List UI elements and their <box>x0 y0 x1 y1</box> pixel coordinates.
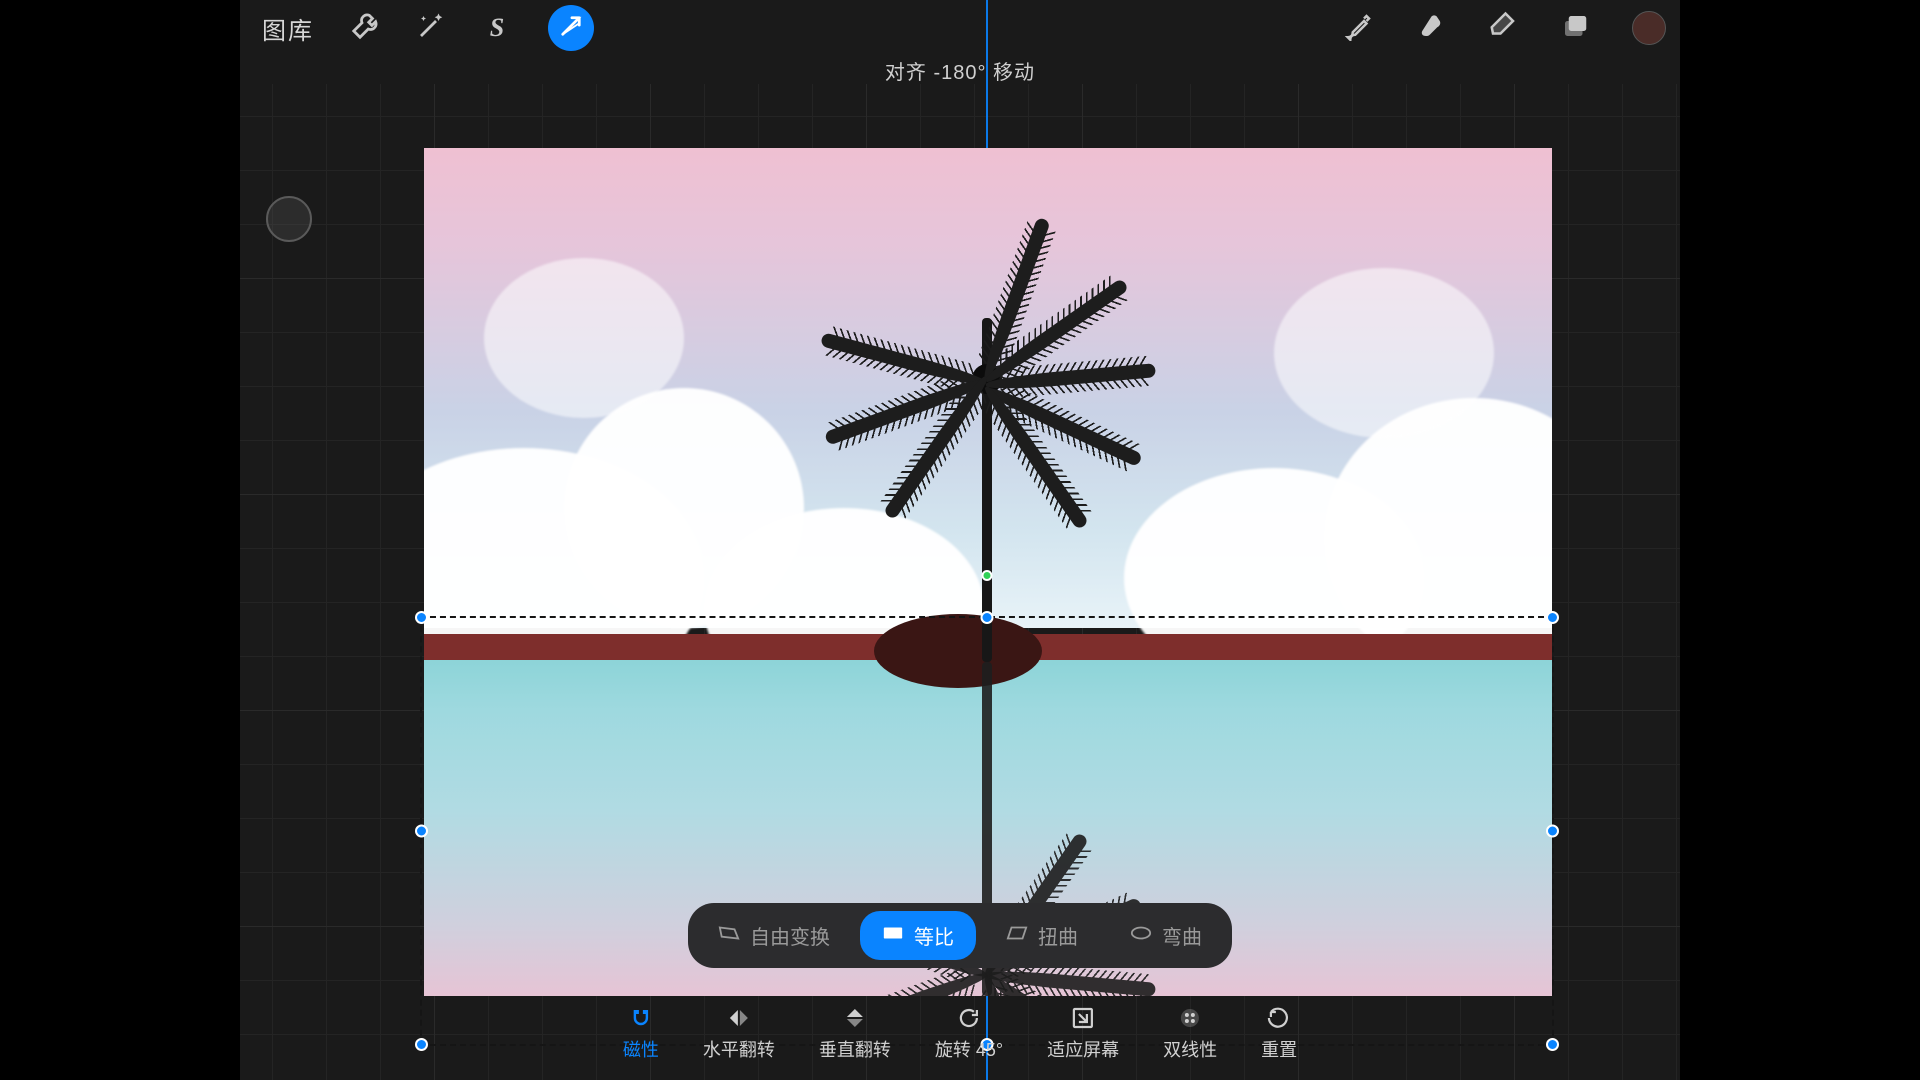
rotate-icon <box>956 1006 982 1030</box>
top-toolbar-left: 图库 S <box>262 5 594 51</box>
uniform-icon <box>882 924 904 947</box>
action-magnetics-button[interactable]: 磁性 <box>623 1006 659 1062</box>
warp-icon <box>1130 924 1152 947</box>
interpolation-icon <box>1177 1006 1203 1030</box>
smudge-icon <box>1416 11 1446 46</box>
action-fit-screen-button[interactable]: 适应屏幕 <box>1047 1006 1119 1062</box>
action-label: 重置 <box>1261 1036 1297 1062</box>
freeform-icon <box>718 924 740 947</box>
action-interpolation-button[interactable]: 双线性 <box>1163 1006 1217 1062</box>
mode-label: 弯曲 <box>1162 921 1202 950</box>
resize-handle-tm[interactable] <box>981 611 994 624</box>
resize-handle-mr[interactable] <box>1546 825 1559 838</box>
eraser-icon <box>1488 11 1518 46</box>
selection-s-icon: S <box>490 13 504 43</box>
distort-icon <box>1006 924 1028 947</box>
artwork-cloud <box>484 258 684 418</box>
resize-handle-ml[interactable] <box>415 825 428 838</box>
action-label: 水平翻转 <box>703 1036 775 1062</box>
smudge-button[interactable] <box>1416 13 1446 43</box>
color-swatch[interactable] <box>1632 11 1666 45</box>
wrench-icon <box>350 11 380 46</box>
resize-handle-br[interactable] <box>1546 1038 1559 1051</box>
top-toolbar-right <box>1344 11 1666 45</box>
adjustments-button[interactable] <box>416 13 446 43</box>
resize-handle-tl[interactable] <box>415 611 428 624</box>
flip-vertical-icon <box>842 1006 868 1030</box>
artwork-island <box>874 614 1042 688</box>
mode-label: 等比 <box>914 921 954 950</box>
flip-horizontal-icon <box>726 1006 752 1030</box>
action-label: 双线性 <box>1163 1036 1217 1062</box>
action-label: 旋转 45° <box>935 1036 1003 1062</box>
action-rotate-45-button[interactable]: 旋转 45° <box>935 1006 1003 1062</box>
action-flip-horizontal-button[interactable]: 水平翻转 <box>703 1006 775 1062</box>
action-label: 磁性 <box>623 1036 659 1062</box>
magnet-icon <box>628 1006 654 1030</box>
arrow-icon <box>560 15 582 42</box>
canvas[interactable]: 自由变换 等比 扭曲 弯曲 <box>240 84 1680 1080</box>
action-label: 垂直翻转 <box>819 1036 891 1062</box>
selection-button[interactable]: S <box>482 13 512 43</box>
layers-icon <box>1560 11 1590 46</box>
reset-icon <box>1266 1006 1292 1030</box>
actions-button[interactable] <box>350 13 380 43</box>
brush-icon <box>1344 11 1374 46</box>
resize-handle-bl[interactable] <box>415 1038 428 1051</box>
sidebar-puck[interactable] <box>266 196 312 242</box>
mode-warp-button[interactable]: 弯曲 <box>1108 911 1224 960</box>
app-window: 图库 S <box>240 0 1680 1080</box>
transform-mode-bar: 自由变换 等比 扭曲 弯曲 <box>688 903 1232 968</box>
action-reset-button[interactable]: 重置 <box>1261 1006 1297 1062</box>
brush-button[interactable] <box>1344 13 1374 43</box>
mode-label: 扭曲 <box>1038 921 1078 950</box>
transform-button[interactable] <box>548 5 594 51</box>
transform-action-bar: 磁性 水平翻转 垂直翻转 旋转 45° <box>623 1006 1297 1062</box>
artwork-cloud <box>1274 268 1494 438</box>
transform-status-label: 对齐 -180° 移动 <box>240 56 1680 85</box>
mode-distort-button[interactable]: 扭曲 <box>984 911 1100 960</box>
resize-handle-tr[interactable] <box>1546 611 1559 624</box>
top-toolbar: 图库 S <box>240 0 1680 56</box>
artwork <box>424 148 1552 996</box>
eraser-button[interactable] <box>1488 13 1518 43</box>
action-flip-vertical-button[interactable]: 垂直翻转 <box>819 1006 891 1062</box>
mode-label: 自由变换 <box>750 921 830 950</box>
mode-freeform-button[interactable]: 自由变换 <box>696 911 852 960</box>
fit-screen-icon <box>1070 1006 1096 1030</box>
gallery-button[interactable]: 图库 <box>262 11 314 46</box>
wand-icon <box>416 11 446 46</box>
mode-uniform-button[interactable]: 等比 <box>860 911 976 960</box>
layers-button[interactable] <box>1560 13 1590 43</box>
action-label: 适应屏幕 <box>1047 1036 1119 1062</box>
